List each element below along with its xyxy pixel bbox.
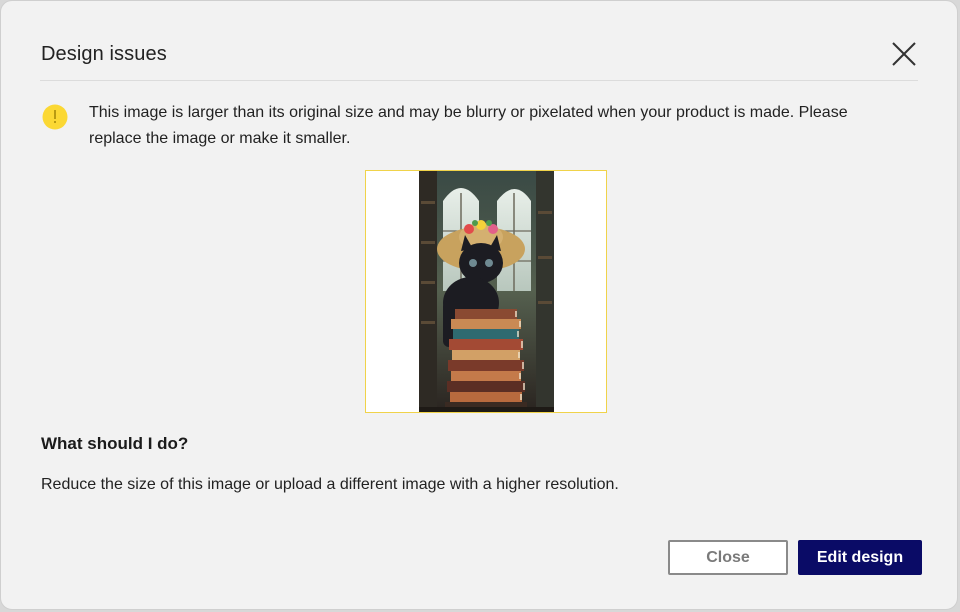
image-preview — [365, 170, 607, 413]
close-icon[interactable] — [890, 40, 918, 68]
guidance-text: Reduce the size of this image or upload … — [41, 476, 619, 493]
edit-design-button[interactable]: Edit design — [798, 540, 922, 575]
dialog-title: Design issues — [41, 43, 167, 65]
warning-icon — [42, 104, 68, 130]
close-button[interactable]: Close — [668, 540, 788, 575]
warning-text: This image is larger than its original s… — [89, 104, 848, 147]
kitten-on-books-image — [419, 171, 554, 412]
guidance-heading: What should I do? — [41, 434, 189, 453]
dialog-header: Design issues — [40, 29, 918, 81]
design-issues-dialog: Design issues This image is larger than … — [0, 0, 958, 610]
